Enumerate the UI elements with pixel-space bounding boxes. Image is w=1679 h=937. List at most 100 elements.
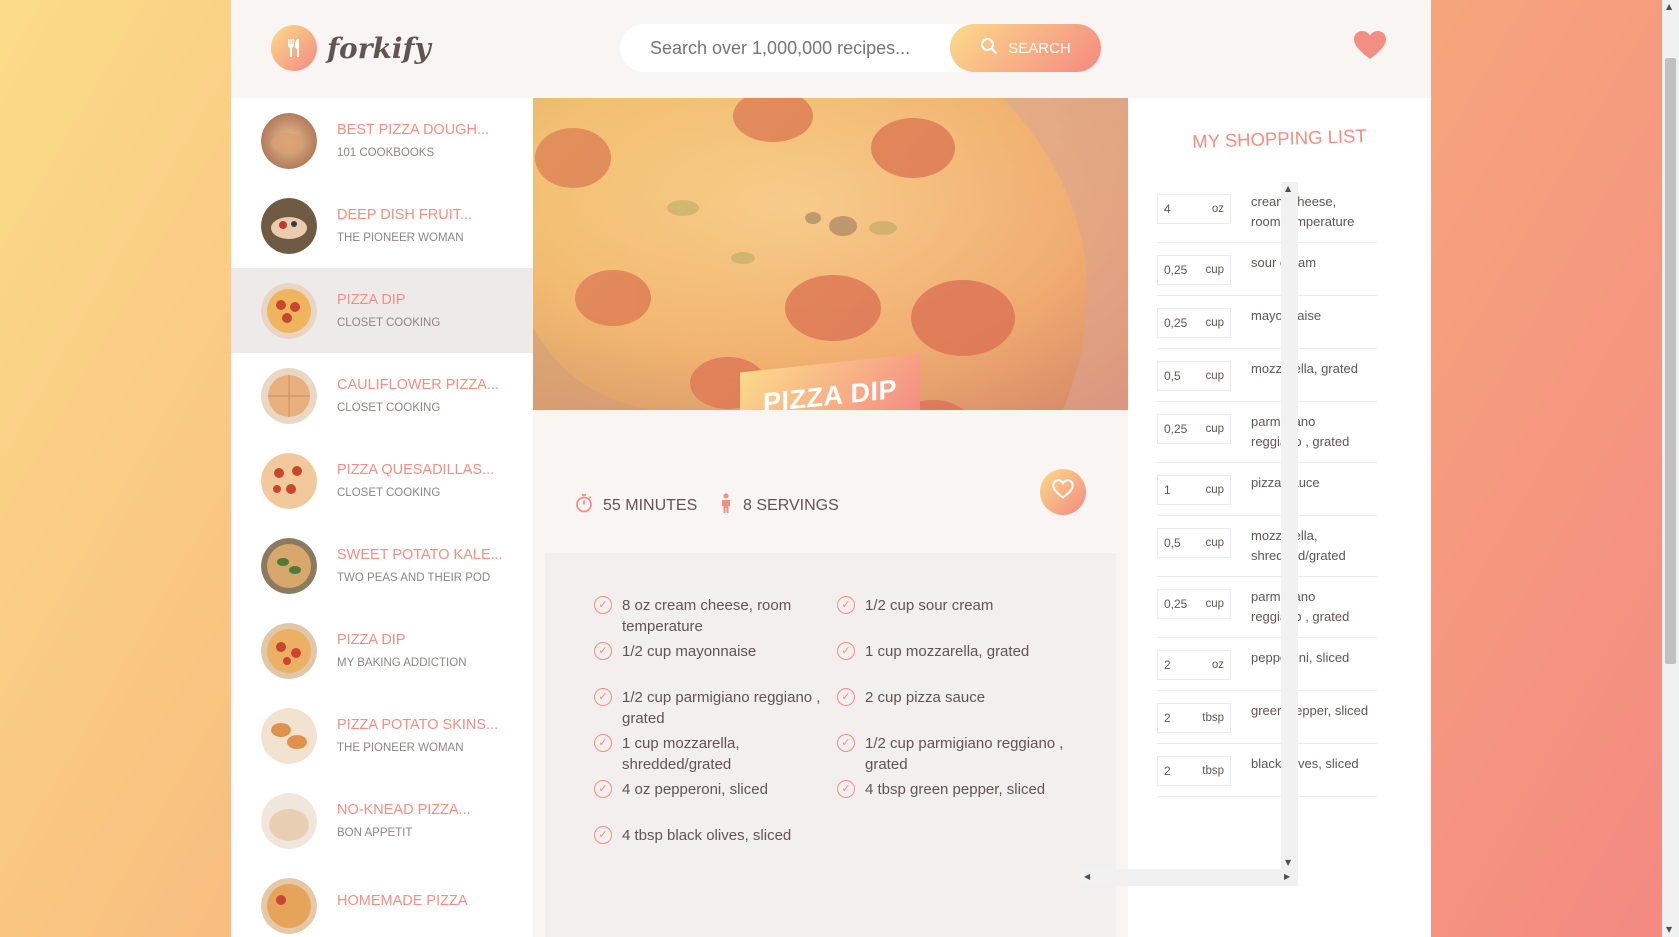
ingredient-text: 1/2 cup parmigiano reggiano , grated: [865, 735, 1064, 773]
check-circle-icon: ✓: [837, 734, 855, 752]
result-title: PIZZA DIP: [337, 292, 406, 308]
shopping-count: 2: [1164, 764, 1171, 778]
shopping-description: mozzarella, shredded/grated: [1251, 528, 1346, 563]
shopping-item: 0,25 cup parmigiano reggiano , grated: [1157, 402, 1377, 463]
ingredient-item: ✓ 4 oz pepperoni, sliced: [594, 779, 837, 825]
ingredient-item: ✓ 8 oz cream cheese, room temperature: [594, 595, 837, 641]
result-item[interactable]: PIZZA QUESADILLAS... CLOSET COOKING: [231, 438, 533, 523]
ingredient-item: ✓ 1/2 cup mayonnaise: [594, 641, 837, 687]
shopping-count-input[interactable]: 0,5 cup: [1157, 361, 1231, 391]
check-circle-icon: ✓: [594, 688, 612, 706]
result-title: PIZZA POTATO SKINS...: [337, 717, 499, 733]
man-icon: [719, 493, 733, 519]
result-item[interactable]: HOMEMADE PIZZA: [231, 863, 533, 937]
scroll-up-arrow-icon[interactable]: ▲: [1285, 184, 1291, 193]
search-button-label: SEARCH: [1008, 39, 1071, 57]
shopping-count-input[interactable]: 4 oz: [1157, 194, 1231, 224]
fork-knife-icon: [271, 25, 317, 71]
page-scrollbar-thumb[interactable]: [1665, 58, 1676, 664]
shopping-item: 2 tbsp black olives, sliced: [1157, 744, 1377, 797]
shopping-count-input[interactable]: 0,5 cup: [1157, 528, 1231, 558]
shopping-count-input[interactable]: 2 tbsp: [1157, 703, 1231, 733]
scroll-down-arrow-icon[interactable]: ▼: [1285, 858, 1291, 867]
shopping-list[interactable]: 4 oz cream cheese, room temperature 0,25 cu…: [1157, 182, 1377, 882]
search-input[interactable]: [620, 37, 950, 59]
heart-outline-icon: [1052, 479, 1074, 505]
shopping-item: 1 cup pizza sauce: [1157, 463, 1377, 516]
page-scroll-down-arrow-icon[interactable]: ▼: [1666, 925, 1672, 934]
logo-text: forkify: [327, 31, 431, 65]
shopping-count-input[interactable]: 0,25 cup: [1157, 255, 1231, 285]
shopping-count-input[interactable]: 1 cup: [1157, 475, 1231, 505]
shopping-description: black olives, sliced: [1251, 756, 1359, 771]
check-circle-icon: ✓: [594, 826, 612, 844]
shopping-count-input[interactable]: 2 oz: [1157, 650, 1231, 680]
shopping-count: 0,25: [1164, 263, 1188, 277]
result-publisher: THE PIONEER WOMAN: [337, 742, 464, 754]
shopping-unit: oz: [1211, 659, 1224, 671]
check-circle-icon: ✓: [837, 642, 855, 660]
shopping-count-input[interactable]: 0,25 cup: [1157, 308, 1231, 338]
shopping-unit: cup: [1205, 537, 1224, 549]
recipe-details: 55 MINUTES 8 SERVINGS: [545, 410, 1116, 553]
bookmarks-heart-icon[interactable]: [1353, 30, 1387, 66]
shopping-count-input[interactable]: 0,25 cup: [1157, 589, 1231, 619]
result-item[interactable]: SWEET POTATO KALE... TWO PEAS AND THEIR P…: [231, 523, 533, 608]
result-title: NO-KNEAD PIZZA...: [337, 802, 471, 818]
ingredient-text: 1/2 cup mayonnaise: [622, 643, 757, 660]
result-title: PIZZA DIP: [337, 632, 406, 648]
result-item[interactable]: DEEP DISH FRUIT... THE PIONEER WOMAN: [231, 183, 533, 268]
shopping-count-input[interactable]: 0,25 cup: [1157, 414, 1231, 444]
ingredient-item: ✓ 1 cup mozzarella, grated: [837, 641, 1080, 687]
result-publisher: BON APPETIT: [337, 827, 413, 839]
shopping-count: 0,25: [1164, 597, 1188, 611]
bookmark-button[interactable]: [1040, 469, 1086, 515]
recipe-panel: PIZZA DIP 55 MINUTES 8 SERVINGS ✓ 8 oz c…: [533, 98, 1128, 937]
result-item[interactable]: NO-KNEAD PIZZA... BON APPETIT: [231, 778, 533, 863]
logo[interactable]: forkify: [271, 25, 431, 71]
check-circle-icon: ✓: [594, 642, 612, 660]
result-item[interactable]: PIZZA POTATO SKINS... THE PIONEER WOMAN: [231, 693, 533, 778]
result-publisher: CLOSET COOKING: [337, 487, 441, 499]
search-form: SEARCH: [620, 24, 1101, 72]
result-thumbnail: [261, 877, 317, 934]
ingredient-text: 1 cup mozzarella, shredded/grated: [622, 735, 740, 773]
shopping-count: 2: [1164, 711, 1171, 725]
shopping-description: sour cream: [1251, 255, 1316, 270]
shopping-description: pepperoni, sliced: [1251, 650, 1350, 665]
recipe-time-value: 55: [603, 497, 621, 514]
shopping-unit: cup: [1205, 484, 1224, 496]
result-item[interactable]: PIZZA DIP MY BAKING ADDICTION: [231, 608, 533, 693]
check-circle-icon: ✓: [594, 780, 612, 798]
check-circle-icon: ✓: [837, 596, 855, 614]
shopping-item: 4 oz cream cheese, room temperature: [1157, 182, 1377, 243]
check-circle-icon: ✓: [594, 734, 612, 752]
result-item[interactable]: PIZZA DIP CLOSET COOKING: [231, 268, 533, 353]
ingredient-text: 8 oz cream cheese, room temperature: [622, 597, 792, 635]
header: forkify SEARCH: [231, 0, 1431, 98]
shopping-list-vertical-scrollbar[interactable]: ▲ ▼: [1281, 182, 1298, 870]
result-publisher: 101 COOKBOOKS: [337, 147, 435, 159]
shopping-list-horizontal-scrollbar[interactable]: ◀ ▶: [1080, 869, 1298, 886]
page-scrollbar[interactable]: ▲ ▼: [1662, 0, 1679, 937]
ingredient-item: ✓ 2 cup pizza sauce: [837, 687, 1080, 733]
result-title: DEEP DISH FRUIT...: [337, 207, 473, 223]
ingredient-item: ✓ 4 tbsp green pepper, sliced: [837, 779, 1080, 825]
page-scroll-up-arrow-icon[interactable]: ▲: [1666, 2, 1672, 11]
shopping-count-input[interactable]: 2 tbsp: [1157, 756, 1231, 786]
shopping-count: 0,5: [1164, 536, 1181, 550]
scroll-left-arrow-icon[interactable]: ◀: [1084, 872, 1090, 881]
shopping-count: 0,5: [1164, 369, 1181, 383]
shopping-count: 1: [1164, 483, 1171, 497]
results-list: BEST PIZZA DOUGH... 101 COOKBOOKS DEEP DI…: [231, 98, 533, 937]
result-item[interactable]: BEST PIZZA DOUGH... 101 COOKBOOKS: [231, 98, 533, 183]
shopping-unit: cup: [1205, 264, 1224, 276]
result-thumbnail: [261, 112, 317, 169]
result-item[interactable]: CAULIFLOWER PIZZA... CLOSET COOKING: [231, 353, 533, 438]
stopwatch-icon: [575, 493, 593, 519]
ingredient-text: 1 cup mozzarella, grated: [865, 643, 1030, 660]
result-publisher: CLOSET COOKING: [337, 317, 441, 329]
result-title: SWEET POTATO KALE...: [337, 547, 503, 563]
search-button[interactable]: SEARCH: [950, 24, 1101, 72]
scroll-right-arrow-icon[interactable]: ▶: [1284, 872, 1290, 881]
